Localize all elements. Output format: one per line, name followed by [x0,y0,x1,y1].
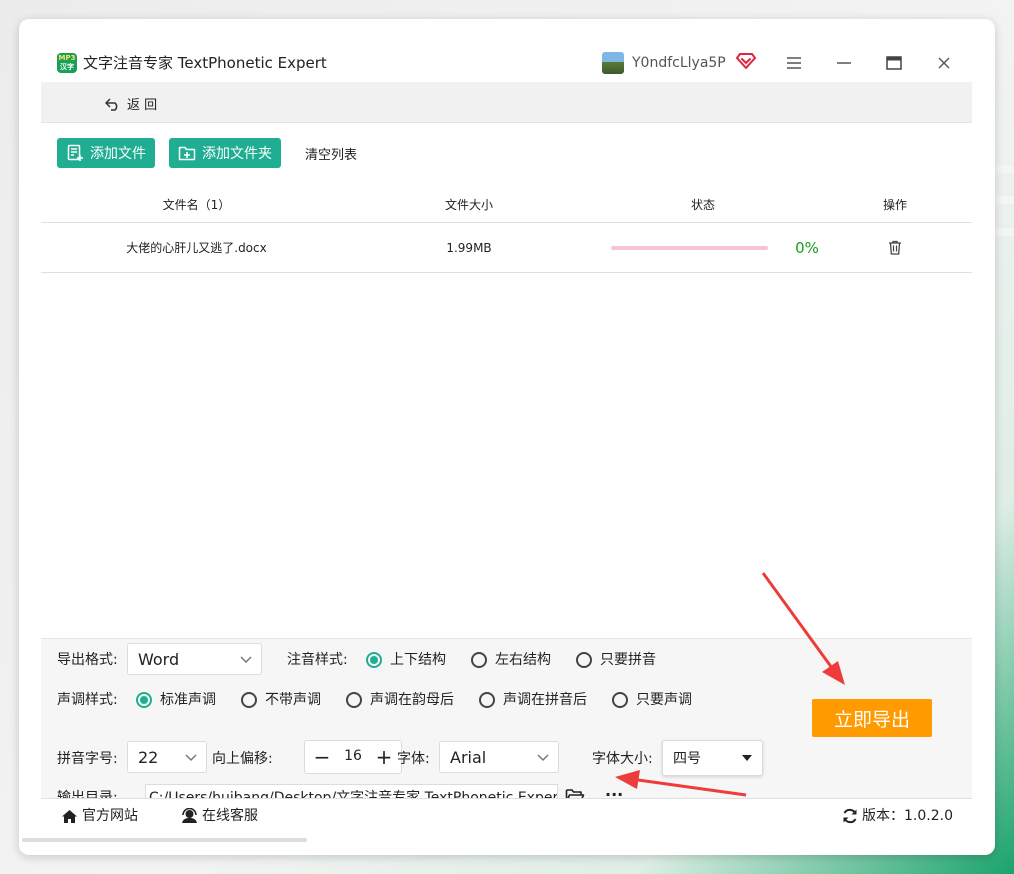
arrow-to-export-button [761,572,845,685]
horizontal-scrollbar[interactable] [22,838,307,842]
arrow-to-more-options [615,770,747,797]
annotation-arrows [615,572,845,797]
